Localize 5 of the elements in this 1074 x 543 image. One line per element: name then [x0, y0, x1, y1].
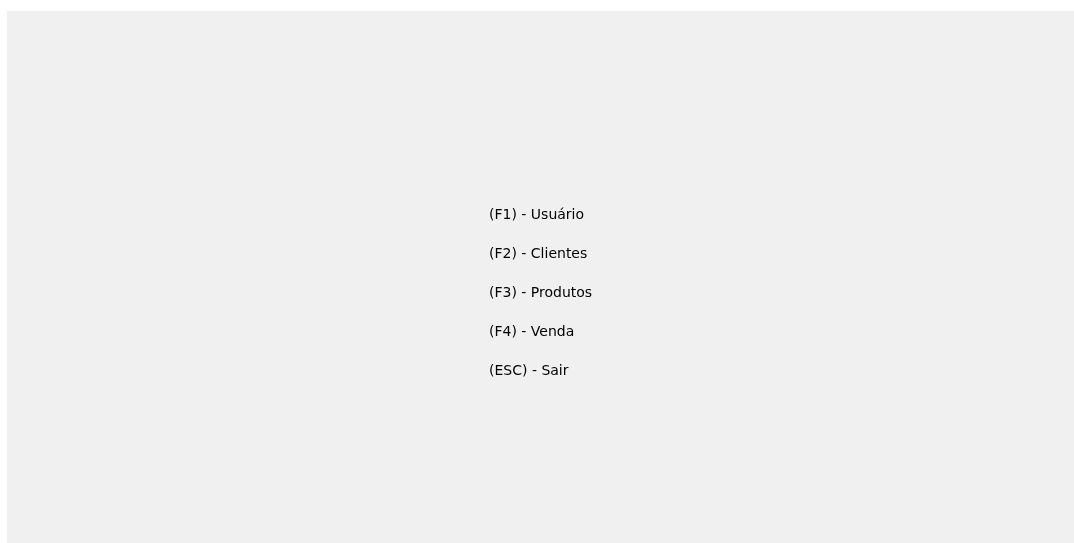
menu-option: (F2) - Clientes: [489, 245, 588, 262]
menu-option: (F4) - Venda: [489, 323, 575, 340]
menu-option: (F1) - Usuário: [489, 206, 585, 223]
menu-option: (F3) - Produtos: [489, 284, 593, 301]
menu-option: (ESC) - Sair: [489, 362, 569, 379]
